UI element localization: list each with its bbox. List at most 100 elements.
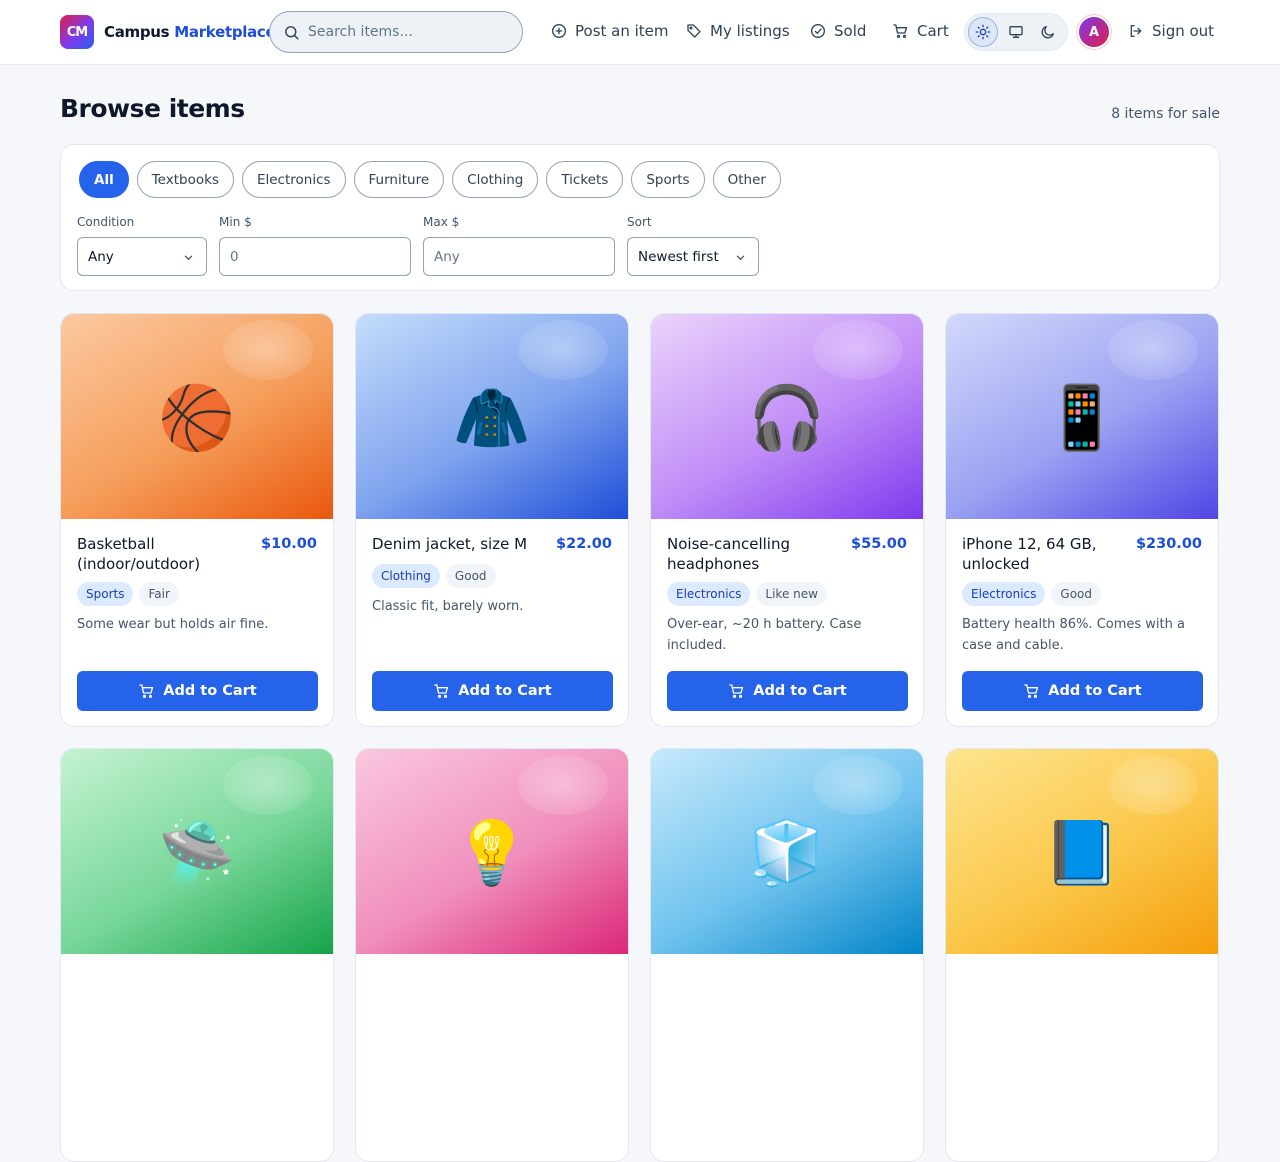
condition-select[interactable]: Any [77,237,207,276]
item-price: $230.00 [1135,536,1202,552]
nav-post-label: Post an item [575,22,669,40]
cart-icon [729,684,744,698]
add-to-cart-button[interactable]: Add to Cart [667,671,908,711]
item-image[interactable]: 🧥 [356,314,628,519]
item-image[interactable]: 🛸 [61,749,333,954]
monitor-icon [1009,25,1023,38]
avatar[interactable]: A [1079,17,1109,47]
min-price-label: Min $ [219,215,252,229]
item-description: Over-ear, ~20 h battery. Case included. [667,617,862,653]
item-description: Battery health 86%. Comes with a case an… [962,617,1185,653]
nav-sold[interactable]: Sold [810,22,866,40]
nav-my-listings[interactable]: My listings [686,22,790,40]
item-card[interactable]: 🧊 [650,748,924,1162]
add-to-cart-label: Add to Cart [163,683,257,699]
items-count: 8 items for sale [1111,106,1220,122]
item-price: $55.00 [851,536,907,552]
item-card[interactable]: 🏀 Basketball (indoor/outdoor) $10.00 Sports… [60,313,334,727]
chevron-down-icon [184,255,193,261]
condition-label: Condition [77,215,135,229]
category-chip-tickets[interactable]: Tickets [546,161,624,198]
sign-out-button[interactable]: Sign out [1128,22,1214,40]
item-card[interactable]: 🧥 Denim jacket, size M $22.00 Clothing Good C… [355,313,629,727]
plus-circle-icon [552,24,566,38]
search-icon [285,26,299,40]
item-image-icon: 📱 [1043,381,1121,454]
item-image-icon: 🧊 [748,816,826,889]
tag-icon [687,24,701,38]
item-card[interactable]: 📱 iPhone 12, 64 GB, unlocked $230.00 Electr… [945,313,1219,727]
item-tags: Electronics Like new [667,582,827,606]
item-image-icon: 💡 [453,816,531,889]
item-image[interactable]: 🧊 [651,749,923,954]
item-image-icon: 📘 [1043,816,1121,889]
add-to-cart-button[interactable]: Add to Cart [372,671,613,711]
item-image[interactable]: 🎧 [651,314,923,519]
item-image-icon: 🛸 [158,816,236,889]
item-tags: Electronics Good [962,582,1102,606]
category-chip-clothing[interactable]: Clothing [452,161,539,198]
item-tags: Clothing Good [372,564,496,588]
item-image[interactable]: 💡 [356,749,628,954]
nav-post-item[interactable]: Post an item [551,22,669,40]
item-card[interactable]: 🎧 Noise-cancelling headphones $55.00 Electr… [650,313,924,727]
add-to-cart-button[interactable]: Add to Cart [77,671,318,711]
theme-light-button[interactable] [968,17,998,47]
category-chip-furniture[interactable]: Furniture [353,161,445,198]
theme-dark-button[interactable] [1033,17,1063,47]
theme-system-button[interactable] [1001,17,1031,47]
item-image[interactable]: 📘 [946,749,1218,954]
nav-cart[interactable]: Cart [892,22,949,40]
filters-panel: All Textbooks Electronics Furniture Clothing… [60,144,1220,291]
item-image[interactable]: 📱 [946,314,1218,519]
category-chip-all[interactable]: All [79,161,129,198]
category-chips: All Textbooks Electronics Furniture Clothing… [79,161,781,198]
item-image[interactable]: 🏀 [61,314,333,519]
brand-accent: Marketplace [174,23,276,41]
search-input[interactable] [308,24,508,40]
condition-badge: Good [445,564,496,588]
add-to-cart-label: Add to Cart [458,683,552,699]
add-to-cart-label: Add to Cart [1048,683,1142,699]
max-price-input[interactable]: Any [423,237,615,276]
sun-icon [975,24,991,40]
item-price: $22.00 [556,536,612,552]
item-title[interactable]: iPhone 12, 64 GB, unlocked [962,534,1138,574]
item-tags: Sports Fair [77,582,179,606]
logo[interactable]: CM [60,15,94,49]
item-title[interactable]: Denim jacket, size M [372,534,548,554]
item-title[interactable]: Noise-cancelling headphones [667,534,843,574]
category-badge: Clothing [372,564,440,588]
sort-value: Newest first [638,248,719,265]
cart-icon [139,684,154,698]
page-title: Browse items [60,94,245,123]
search-box[interactable] [269,11,523,53]
category-chip-electronics[interactable]: Electronics [241,161,346,198]
sign-out-icon [1130,25,1142,37]
item-title[interactable]: Basketball (indoor/outdoor) [77,534,253,574]
category-badge: Electronics [667,582,751,606]
item-price: $10.00 [261,536,317,552]
condition-badge: Good [1051,582,1102,606]
item-card[interactable]: 📘 [945,748,1219,1162]
add-to-cart-button[interactable]: Add to Cart [962,671,1203,711]
item-card[interactable]: 🛸 [60,748,334,1162]
item-description: Classic fit, barely worn. [372,599,524,614]
condition-badge: Like new [756,582,827,606]
category-chip-textbooks[interactable]: Textbooks [136,161,234,198]
min-price-input[interactable]: 0 [219,237,411,276]
category-chip-other[interactable]: Other [712,161,781,198]
max-price-placeholder: Any [434,248,460,265]
max-price-label: Max $ [423,215,460,229]
item-card[interactable]: 💡 [355,748,629,1162]
condition-value: Any [88,248,114,265]
chevron-down-icon [736,255,745,261]
brand-name[interactable]: Campus Marketplace [104,23,276,41]
sort-select[interactable]: Newest first [627,237,759,276]
add-to-cart-label: Add to Cart [753,683,847,699]
item-description: Some wear but holds air fine. [77,617,269,632]
category-chip-sports[interactable]: Sports [631,161,705,198]
category-badge: Sports [77,582,134,606]
cart-icon [434,684,449,698]
category-badge: Electronics [962,582,1046,606]
